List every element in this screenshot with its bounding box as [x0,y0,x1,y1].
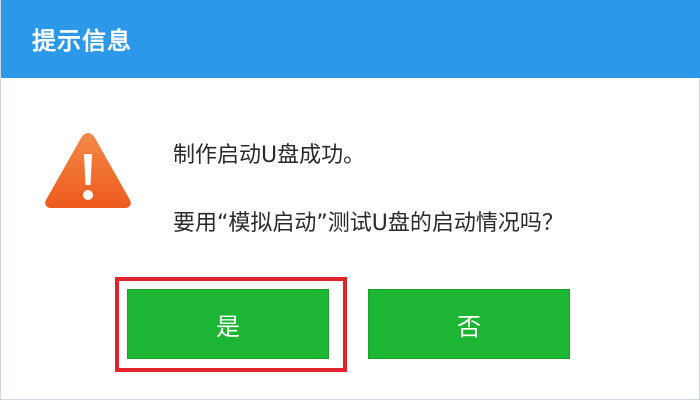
dialog-message-success: 制作启动U盘成功。 [173,143,366,168]
yes-button[interactable]: 是 [127,289,329,359]
prompt-dialog: 提示信息 制作启动U盘成功。 要用“模拟启动”测试U盘的启动情况吗？ 是 否 [0,0,700,400]
warning-triangle-icon [45,133,131,208]
dialog-message-question: 要用“模拟启动”测试U盘的启动情况吗？ [173,211,564,236]
dialog-title: 提示信息 [32,26,132,55]
dialog-title-bar[interactable]: 提示信息 [1,0,700,78]
no-button[interactable]: 否 [368,289,570,359]
